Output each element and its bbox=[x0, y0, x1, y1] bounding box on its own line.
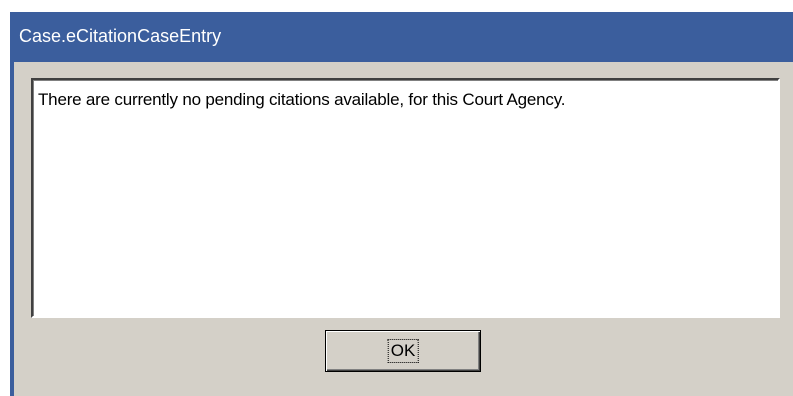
dialog-window: Case.eCitationCaseEntry There are curren… bbox=[10, 12, 793, 396]
title-bar[interactable]: Case.eCitationCaseEntry bbox=[10, 12, 793, 60]
ok-button-label: OK bbox=[387, 339, 419, 363]
window-title: Case.eCitationCaseEntry bbox=[19, 26, 222, 46]
message-text: There are currently no pending citations… bbox=[38, 90, 566, 109]
dialog-body: There are currently no pending citations… bbox=[14, 62, 793, 396]
message-box: There are currently no pending citations… bbox=[31, 78, 780, 318]
ok-button[interactable]: OK bbox=[325, 330, 481, 372]
